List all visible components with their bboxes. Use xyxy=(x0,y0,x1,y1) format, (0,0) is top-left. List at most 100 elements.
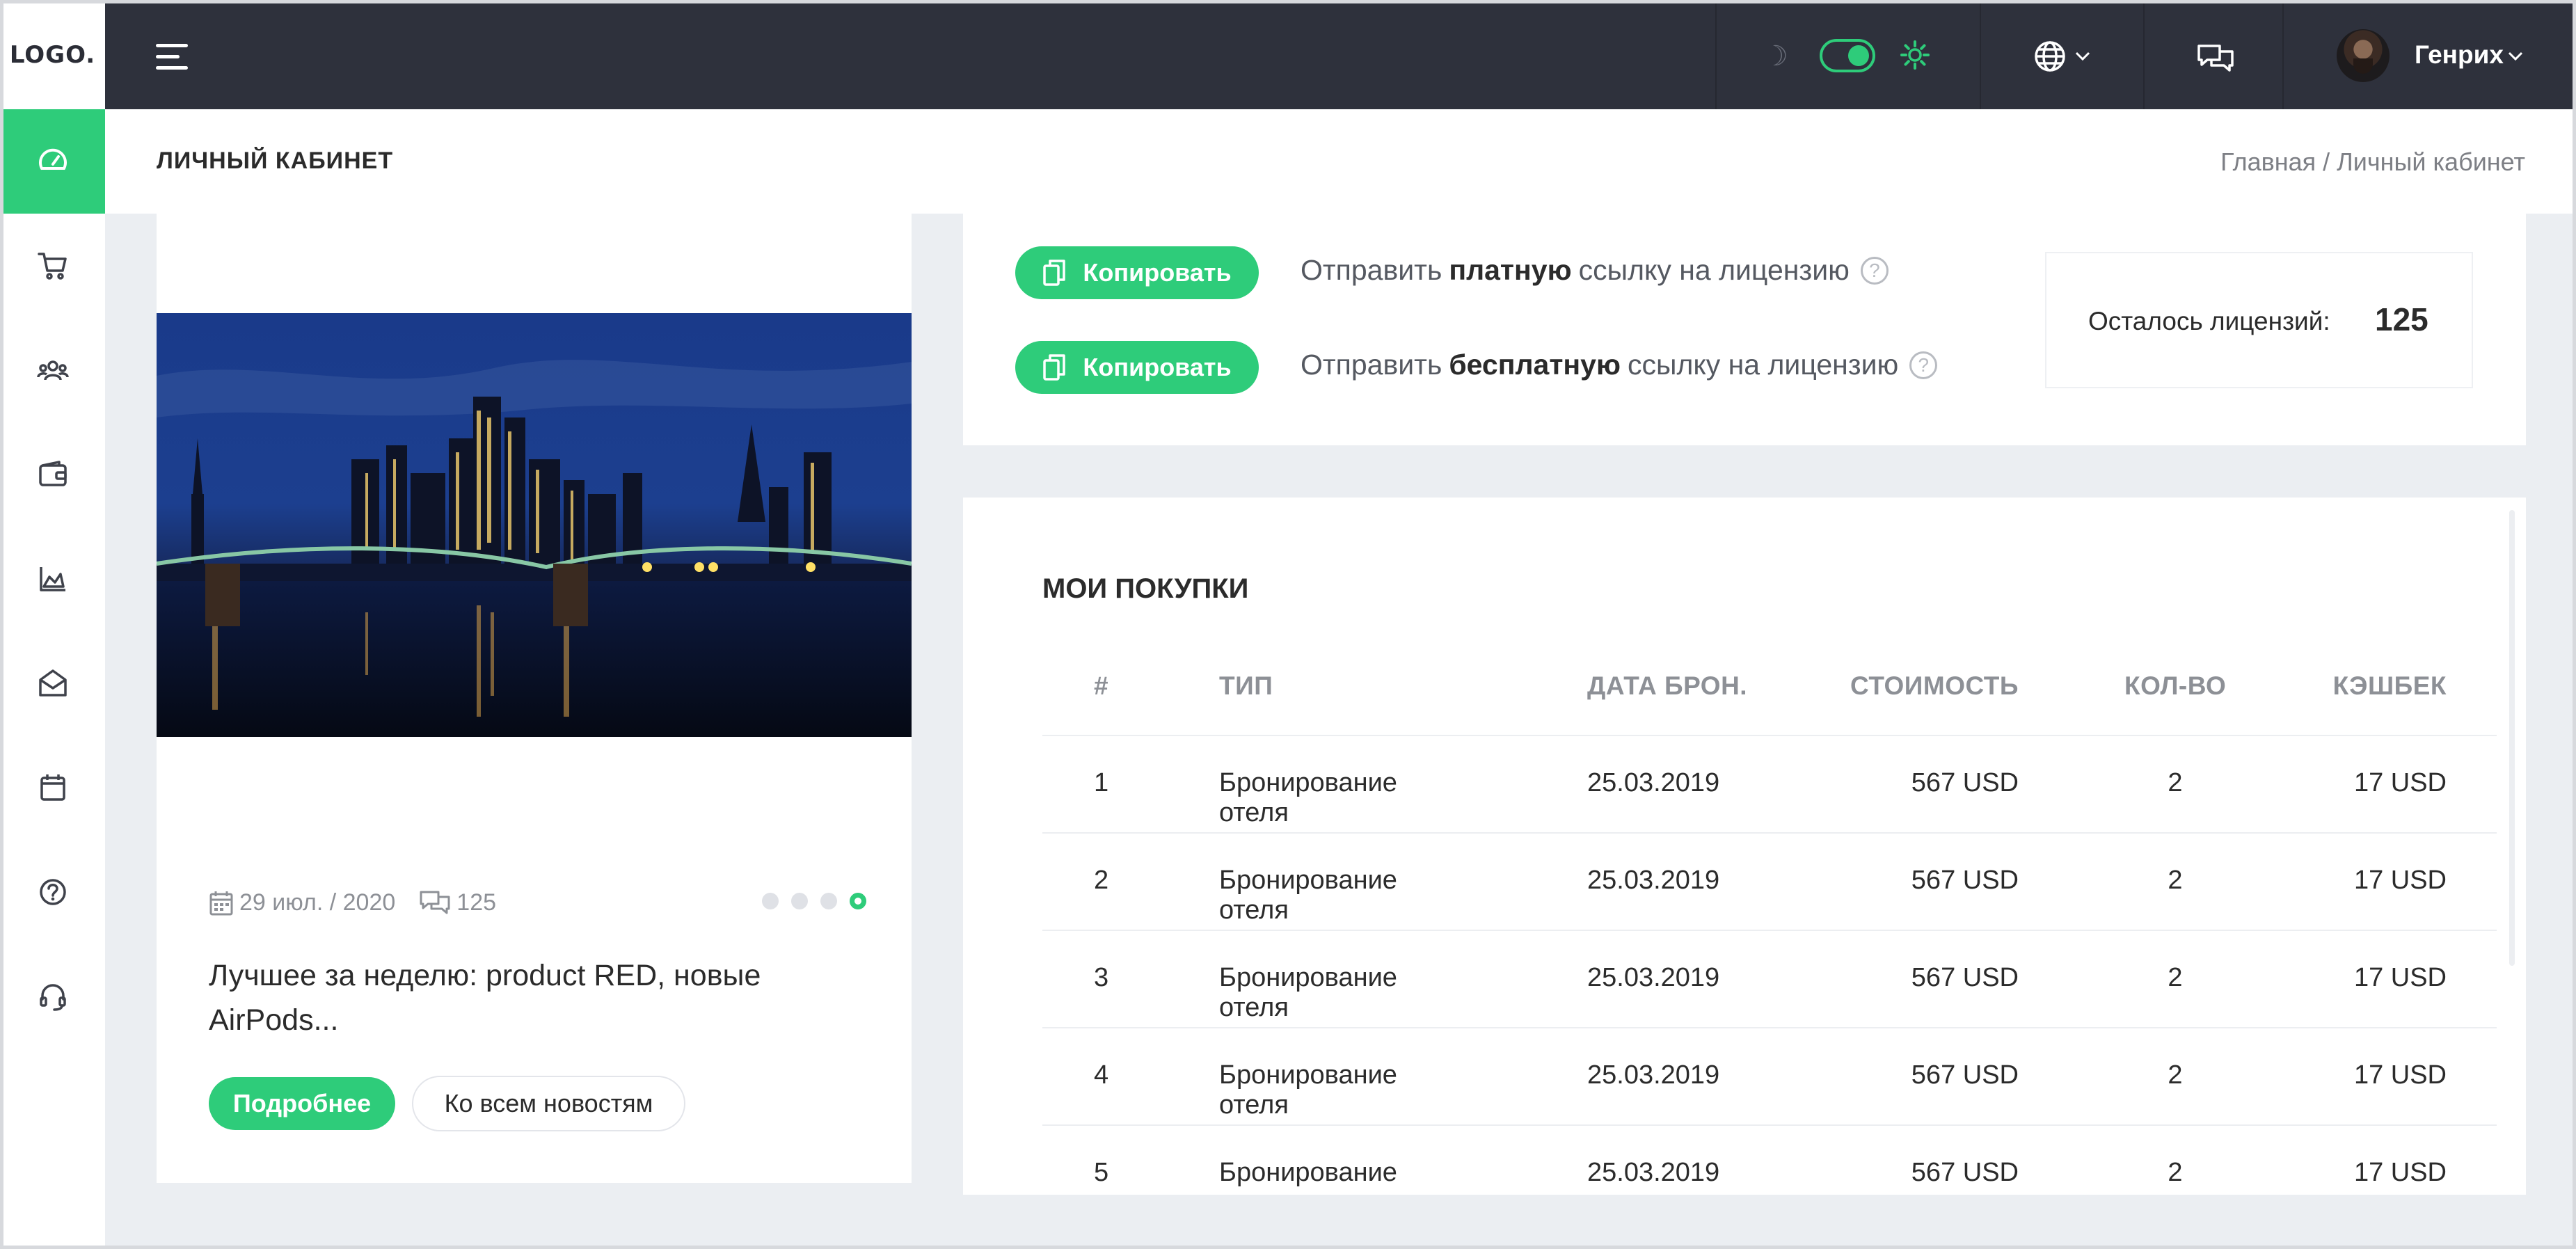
cell-number: 4 xyxy=(1094,1060,1109,1090)
copy-paid-link-button[interactable]: Копировать xyxy=(1015,246,1259,299)
dashboard-icon xyxy=(38,148,67,170)
cell-cashback: 17 USD xyxy=(2353,866,2447,895)
divider xyxy=(2143,0,2145,109)
news-title[interactable]: Лучшее за неделю: product RED, новые Air… xyxy=(209,953,835,1042)
copy-free-link-button[interactable]: Копировать xyxy=(1015,341,1259,394)
calendar-icon xyxy=(40,774,65,801)
paid-bold: платную xyxy=(1449,254,1572,286)
cell-number: 3 xyxy=(1094,963,1109,992)
cell-cashback: 17 USD xyxy=(2353,1060,2447,1090)
divider xyxy=(1980,0,1981,109)
menu-icon[interactable] xyxy=(156,44,191,70)
cell-type: Бронирование отеля xyxy=(1219,1158,1397,1195)
theme-toggle[interactable] xyxy=(1820,39,1875,72)
page-header xyxy=(105,109,2576,214)
logo-text: LOGO. xyxy=(9,40,96,69)
slider-dot[interactable] xyxy=(762,893,779,909)
sidebar-item-support[interactable] xyxy=(0,944,105,1049)
help-icon xyxy=(39,879,66,905)
breadcrumb-home[interactable]: Главная xyxy=(2220,148,2316,176)
top-bar: LOGO. ☽ Генрих xyxy=(0,0,2576,109)
cell-number: 5 xyxy=(1094,1158,1109,1187)
free-bold: бесплатную xyxy=(1449,349,1621,381)
sidebar-item-cart[interactable] xyxy=(0,214,105,318)
sidebar-item-mail[interactable] xyxy=(0,631,105,735)
sidebar-item-wallet[interactable] xyxy=(0,422,105,527)
copy-icon xyxy=(1043,354,1066,381)
copy-label: Копировать xyxy=(1083,258,1232,287)
divider xyxy=(2282,0,2284,109)
slider-dot[interactable] xyxy=(791,893,808,909)
row-divider xyxy=(1042,1027,2497,1028)
breadcrumb: Главная / Личный кабинет xyxy=(2220,148,2525,177)
cell-type: Бронирование отеля xyxy=(1219,1060,1397,1120)
comments-icon xyxy=(420,891,450,914)
purchases-table: 1 Бронирование отеля 25.03.2019 567 USD 2 17 … xyxy=(963,498,2526,1195)
news-image[interactable] xyxy=(157,313,912,737)
paid-link-text: Отправить платную ссылку на лицензию ? xyxy=(1301,254,1889,287)
cart-icon xyxy=(37,253,67,280)
cell-cost: 567 USD xyxy=(1911,1060,2019,1090)
copy-label: Копировать xyxy=(1083,353,1232,381)
chat-icon[interactable] xyxy=(2196,42,2235,74)
calendar-icon xyxy=(209,891,233,915)
cell-type: Бронирование отеля xyxy=(1219,768,1397,827)
free-link-text: Отправить бесплатную ссылку на лицензию … xyxy=(1301,349,1938,381)
slider-dots xyxy=(762,893,866,909)
paid-suffix: ссылку на лицензию xyxy=(1578,254,1850,286)
slider-dot[interactable] xyxy=(820,893,837,909)
sidebar-item-calendar[interactable] xyxy=(0,735,105,840)
mail-open-icon xyxy=(38,669,67,697)
free-prefix: Отправить xyxy=(1301,349,1442,381)
support-icon xyxy=(39,984,66,1011)
news-date: 29 июл. / 2020 xyxy=(239,889,396,916)
divider xyxy=(1715,0,1717,109)
cell-cashback: 17 USD xyxy=(2353,768,2447,797)
remaining-licenses-label: Осталось лицензий: xyxy=(2088,307,2330,335)
free-suffix: ссылку на лицензию xyxy=(1627,349,1899,381)
globe-icon[interactable] xyxy=(2033,40,2067,73)
users-icon xyxy=(36,360,69,381)
row-divider xyxy=(1042,832,2497,834)
sidebar xyxy=(0,109,105,1249)
sidebar-item-users[interactable] xyxy=(0,318,105,422)
slider-dot-active[interactable] xyxy=(850,893,866,909)
sidebar-item-analytics[interactable] xyxy=(0,527,105,631)
cell-type: Бронирование отеля xyxy=(1219,866,1397,925)
chevron-down-icon[interactable] xyxy=(2508,51,2523,61)
remaining-licenses-value: 125 xyxy=(2375,301,2428,337)
paid-prefix: Отправить xyxy=(1301,254,1442,286)
cell-cashback: 17 USD xyxy=(2353,963,2447,992)
wallet-icon xyxy=(38,461,67,486)
copy-icon xyxy=(1043,260,1066,286)
cell-number: 2 xyxy=(1094,866,1109,895)
sidebar-item-dashboard[interactable] xyxy=(0,109,105,214)
row-divider xyxy=(1042,735,2497,736)
avatar[interactable] xyxy=(2337,29,2390,82)
moon-icon[interactable]: ☽ xyxy=(1763,40,1788,72)
all-news-button[interactable]: Ко всем новостям xyxy=(412,1076,685,1131)
chevron-down-icon[interactable] xyxy=(2075,51,2090,61)
sidebar-item-help[interactable] xyxy=(0,840,105,944)
more-button[interactable]: Подробнее xyxy=(209,1077,395,1130)
news-meta: 29 июл. / 2020 125 xyxy=(209,889,496,916)
cell-cost: 567 USD xyxy=(1911,768,2019,797)
cell-cost: 567 USD xyxy=(1911,1158,2019,1187)
help-icon[interactable]: ? xyxy=(1860,256,1889,285)
help-icon[interactable]: ? xyxy=(1909,351,1938,379)
row-divider xyxy=(1042,930,2497,931)
cell-number: 1 xyxy=(1094,768,1109,797)
cell-cashback: 17 USD xyxy=(2353,1158,2447,1187)
cell-cost: 567 USD xyxy=(1911,963,2019,992)
user-name[interactable]: Генрих xyxy=(2415,40,2504,70)
news-comment-count: 125 xyxy=(456,889,497,916)
sun-gear-icon[interactable] xyxy=(1900,40,1930,70)
page-title: ЛИЧНЫЙ КАБИНЕТ xyxy=(157,148,394,174)
logo[interactable]: LOGO. xyxy=(0,0,105,109)
breadcrumb-separator: / xyxy=(2323,148,2330,176)
row-divider xyxy=(1042,1124,2497,1126)
breadcrumb-current: Личный кабинет xyxy=(2337,148,2525,176)
cell-type: Бронирование отеля xyxy=(1219,963,1397,1022)
chart-icon xyxy=(39,567,65,591)
cell-cost: 567 USD xyxy=(1911,866,2019,895)
